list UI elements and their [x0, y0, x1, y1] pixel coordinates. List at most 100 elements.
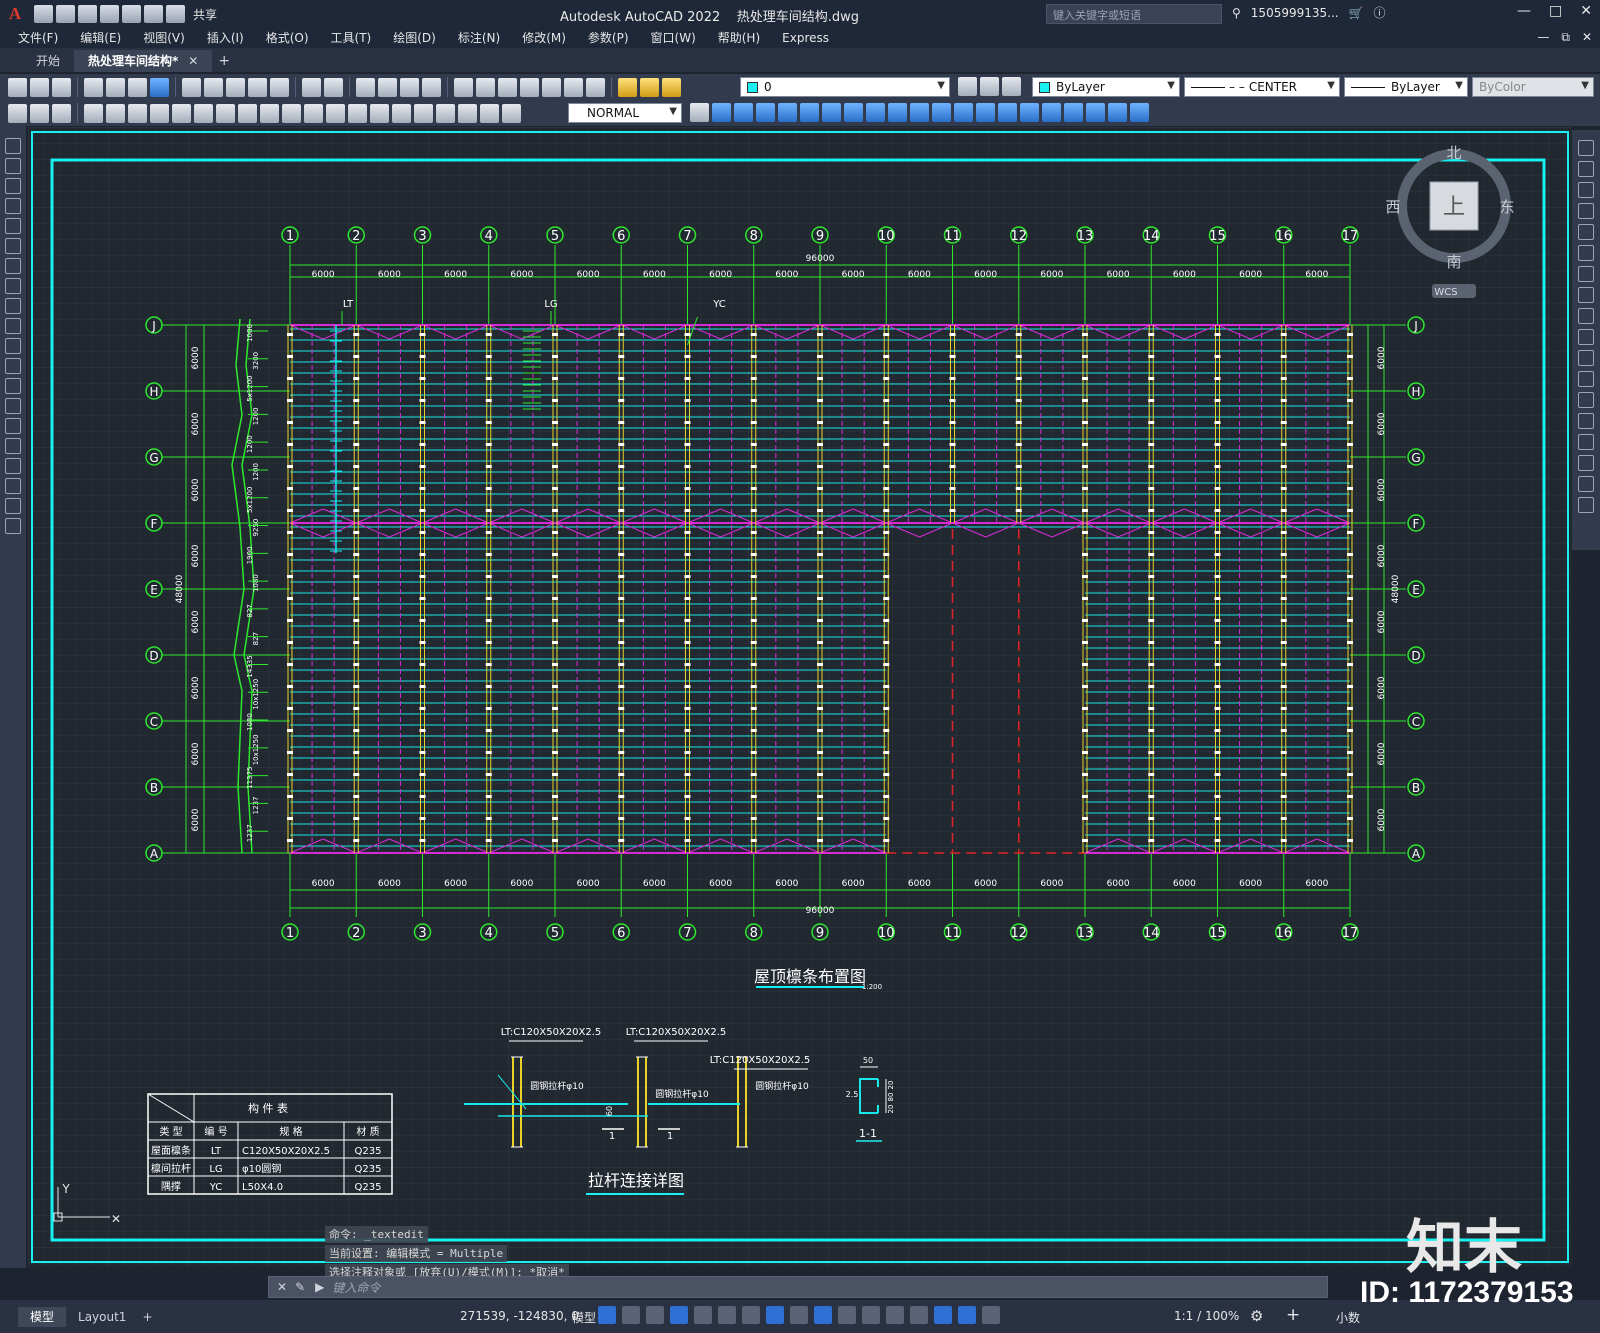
zoom-window-icon[interactable]	[400, 77, 419, 97]
units-button[interactable]: 小数	[1336, 1309, 1360, 1326]
offset-icon[interactable]	[778, 103, 797, 122]
autoscale-icon[interactable]	[982, 1306, 1000, 1324]
scale-strip-icon[interactable]	[1578, 287, 1594, 303]
break-icon[interactable]	[954, 103, 973, 122]
ungroup-icon[interactable]	[1086, 103, 1105, 122]
hatch-icon[interactable]	[5, 418, 21, 434]
trim-strip-icon[interactable]	[1578, 329, 1594, 345]
tolerance-icon[interactable]	[370, 103, 389, 123]
drawing-canvas[interactable]: 1 1 2 2 3 3 4 4 5 5 6 6 7 7 8 8 9 9 10 10 11 11 12 12 13 13 14 14 15…	[28, 127, 1572, 1267]
menu-edit[interactable]: 编辑(E)	[80, 28, 121, 48]
menu-tools[interactable]: 工具(T)	[331, 28, 372, 48]
dim-update-icon[interactable]	[502, 103, 521, 123]
annotation-monitor-icon[interactable]: +	[1286, 1305, 1300, 1325]
color-dropdown[interactable]: ByLayer ▼	[1032, 77, 1180, 97]
pan-icon[interactable]	[356, 77, 375, 97]
circle-icon[interactable]	[5, 258, 21, 274]
compass-north[interactable]: 北	[1446, 144, 1461, 162]
cart-icon[interactable]: 🛒	[1349, 6, 1364, 20]
join-strip-icon[interactable]	[1578, 413, 1594, 429]
command-recent-icon[interactable]: ▶	[315, 1280, 324, 1294]
chamfer-strip-icon[interactable]	[1578, 434, 1594, 450]
array-strip-icon[interactable]	[1578, 224, 1594, 240]
search-icon[interactable]: ⚲	[1232, 6, 1241, 20]
move-strip-icon[interactable]	[1578, 245, 1594, 261]
doc-minimize-icon[interactable]: —	[1537, 30, 1549, 45]
rectangle-icon[interactable]	[5, 218, 21, 234]
polar-toggle-icon[interactable]	[694, 1306, 712, 1324]
menu-file[interactable]: 文件(F)	[18, 28, 58, 48]
layer-lock-icon[interactable]	[662, 77, 681, 97]
trim-icon[interactable]	[910, 103, 929, 122]
compass-south[interactable]: 南	[1446, 253, 1461, 271]
help-toolbar-icon[interactable]	[586, 77, 605, 97]
arc-icon[interactable]	[5, 238, 21, 254]
mtext-icon[interactable]	[52, 103, 71, 123]
undo-toolbar-icon[interactable]	[302, 77, 321, 97]
blend-icon[interactable]	[1130, 103, 1149, 122]
make-block-icon[interactable]	[5, 378, 21, 394]
dim-style-icon[interactable]	[690, 103, 709, 122]
layer-dropdown[interactable]: 0 ▼	[740, 77, 950, 97]
mtext-draw-icon[interactable]	[5, 498, 21, 514]
model-tab[interactable]: 模型	[18, 1306, 67, 1327]
otrack-toggle-icon[interactable]	[742, 1306, 760, 1324]
dim-baseline-icon[interactable]	[282, 103, 301, 123]
offset-strip-icon[interactable]	[1578, 203, 1594, 219]
dim-arc-icon[interactable]	[128, 103, 147, 123]
minimize-icon[interactable]: —	[1517, 3, 1531, 19]
menu-draw[interactable]: 绘图(D)	[393, 28, 436, 48]
quickcalc-icon[interactable]	[564, 77, 583, 97]
annotation-scale[interactable]: 1:1 / 100%	[1174, 1309, 1239, 1323]
align-icon[interactable]	[1108, 103, 1127, 122]
chamfer-icon[interactable]	[998, 103, 1017, 122]
grid-toggle-icon[interactable]	[598, 1306, 616, 1324]
share-button[interactable]: 共享	[193, 6, 217, 23]
workspace-gear-icon[interactable]: ⚙	[1250, 1307, 1263, 1325]
undo-icon[interactable]	[144, 5, 163, 23]
markup-icon[interactable]	[542, 77, 561, 97]
move-icon[interactable]	[822, 103, 841, 122]
text-icon[interactable]	[30, 103, 49, 123]
layer-on-icon[interactable]	[618, 77, 637, 97]
revcloud-icon[interactable]	[5, 278, 21, 294]
dynamic-ucs-icon[interactable]	[886, 1306, 904, 1324]
polyline-icon[interactable]	[5, 178, 21, 194]
mirror-strip-icon[interactable]	[1578, 182, 1594, 198]
scale-icon[interactable]	[866, 103, 885, 122]
publish-icon[interactable]	[128, 77, 147, 97]
command-line[interactable]: ✕ ✎ ▶ 键入命令	[268, 1276, 1328, 1298]
autocad-logo-icon[interactable]: A	[0, 0, 30, 28]
design-center-icon[interactable]	[476, 77, 495, 97]
dim-aligned-icon[interactable]	[106, 103, 125, 123]
model-space-button[interactable]: 模型	[572, 1309, 596, 1326]
extend-strip-icon[interactable]	[1578, 350, 1594, 366]
text-style-dropdown[interactable]: NORMAL ▼	[568, 103, 682, 123]
copy-strip-icon[interactable]	[1578, 161, 1594, 177]
dim-radius-icon[interactable]	[172, 103, 191, 123]
tab-close-icon[interactable]: ✕	[188, 54, 198, 68]
layer-states-icon[interactable]	[1002, 77, 1021, 96]
save-icon[interactable]	[78, 5, 97, 23]
block-editor-icon[interactable]	[270, 77, 289, 97]
dim-ordinate-icon[interactable]	[150, 103, 169, 123]
save-toolbar-icon[interactable]	[52, 77, 71, 97]
region-icon[interactable]	[5, 458, 21, 474]
command-customize-icon[interactable]: ✎	[295, 1280, 305, 1294]
isodraft-toggle-icon[interactable]	[718, 1306, 736, 1324]
array-icon[interactable]	[800, 103, 819, 122]
tool-palettes-icon[interactable]	[498, 77, 517, 97]
menu-help[interactable]: 帮助(H)	[718, 28, 760, 48]
user-account[interactable]: 1505999135...	[1251, 6, 1339, 20]
ellipse-icon[interactable]	[5, 318, 21, 334]
menu-parametric[interactable]: 参数(P)	[588, 28, 629, 48]
tab-drawing[interactable]: 热处理车间结构* ✕	[74, 50, 213, 72]
dim-text-edit-icon[interactable]	[480, 103, 499, 123]
add-selected-icon[interactable]	[5, 518, 21, 534]
dim-continue-icon[interactable]	[304, 103, 323, 123]
snap-toggle-icon[interactable]	[622, 1306, 640, 1324]
explode-strip-icon[interactable]	[1578, 497, 1594, 513]
menu-dimension[interactable]: 标注(N)	[458, 28, 500, 48]
print-preview-icon[interactable]	[106, 77, 125, 97]
blend-strip-icon[interactable]	[1578, 476, 1594, 492]
